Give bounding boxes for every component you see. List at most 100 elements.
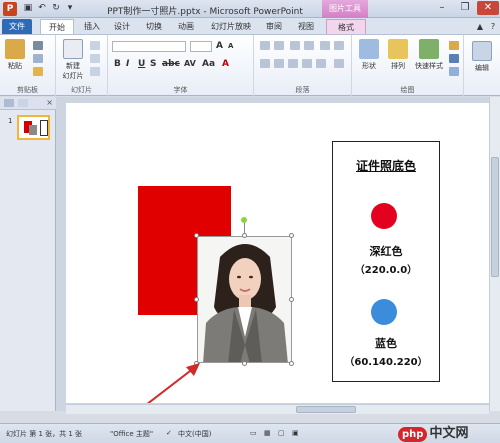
tab-view[interactable]: 视图	[294, 19, 318, 34]
change-case-icon[interactable]: Aa	[202, 59, 215, 69]
resize-handle-top-right[interactable]	[289, 233, 294, 238]
smartart-icon[interactable]	[334, 59, 344, 68]
slides-tab-icon[interactable]	[4, 99, 14, 107]
tab-home[interactable]: 开始	[40, 19, 74, 34]
horizontal-scroll-thumb[interactable]	[296, 406, 356, 413]
spelling-icon[interactable]: ✓	[166, 429, 172, 437]
resize-handle-top-left[interactable]	[194, 233, 199, 238]
justify-icon[interactable]	[302, 59, 312, 68]
reading-view-icon[interactable]: ▢	[278, 429, 285, 437]
copy-icon[interactable]	[33, 54, 43, 63]
close-panel-icon[interactable]: ×	[46, 98, 53, 107]
font-color-icon[interactable]: A	[222, 59, 229, 69]
format-painter-icon[interactable]	[33, 67, 43, 76]
shape-outline-icon[interactable]	[449, 54, 459, 63]
resize-handle-right[interactable]	[289, 297, 294, 302]
language[interactable]: 中文(中国)	[178, 429, 211, 439]
panel-tabs: ×	[0, 97, 56, 110]
theme-name: "Office 主题"	[110, 430, 154, 438]
section-icon[interactable]	[90, 67, 100, 76]
thumbnail-photo	[29, 125, 37, 135]
portrait-photo[interactable]	[197, 236, 292, 363]
paste-button[interactable]: 粘贴	[4, 39, 26, 71]
tab-design[interactable]: 设计	[110, 19, 134, 34]
vertical-scroll-thumb[interactable]	[491, 157, 499, 277]
redo-icon[interactable]: ↻	[50, 2, 62, 15]
outline-tab-icon[interactable]	[18, 99, 28, 107]
blue-rgb: （60.140.220）	[344, 357, 428, 368]
layout-icon[interactable]	[90, 41, 100, 50]
editing-label: 编辑	[475, 64, 489, 72]
slides-panel: × 1	[0, 97, 56, 411]
help-icon[interactable]: ?	[487, 19, 499, 34]
normal-view-icon[interactable]: ▭	[250, 429, 257, 437]
arrange-button[interactable]: 排列	[384, 39, 412, 71]
resize-handle-bottom-right[interactable]	[289, 361, 294, 366]
line-spacing-icon[interactable]	[320, 41, 330, 50]
save-icon[interactable]: ▣	[22, 2, 34, 15]
font-size-select[interactable]	[190, 41, 212, 52]
ribbon-tabs: 文件 开始 插入 设计 切换 动画 幻灯片放映 审阅 视图 格式 ▲ ?	[0, 18, 500, 34]
close-button[interactable]: ✕	[477, 1, 499, 15]
shapes-button[interactable]: 形状	[354, 39, 384, 71]
align-right-icon[interactable]	[288, 59, 298, 68]
tab-review[interactable]: 审阅	[262, 19, 286, 34]
reset-icon[interactable]	[90, 54, 100, 63]
background-color-card[interactable]: 证件照底色 深红色 （220.0.0） 蓝色 （60.140.220）	[332, 141, 440, 382]
italic-icon[interactable]: I	[126, 59, 129, 69]
underline-icon[interactable]: U	[138, 59, 145, 69]
slide[interactable]: 证件照底色 深红色 （220.0.0） 蓝色 （60.140.220）	[66, 103, 489, 403]
text-direction-icon[interactable]	[334, 41, 344, 50]
portrait-illustration	[198, 237, 291, 362]
shape-effects-icon[interactable]	[449, 67, 459, 76]
customize-qat-icon[interactable]: ▾	[64, 2, 76, 15]
tab-slideshow[interactable]: 幻灯片放映	[206, 19, 256, 34]
watermark-logo: php	[398, 427, 428, 442]
decrease-indent-icon[interactable]	[290, 41, 300, 50]
tab-format[interactable]: 格式	[326, 19, 366, 34]
thumbnail-card	[40, 120, 48, 136]
slide-number: 1	[8, 117, 13, 125]
strikethrough-icon[interactable]: abc	[162, 59, 180, 69]
slide-canvas: 证件照底色 深红色 （220.0.0） 蓝色 （60.140.220）	[56, 97, 489, 411]
vertical-scrollbar[interactable]	[489, 97, 500, 411]
columns-icon[interactable]	[316, 59, 326, 68]
font-name-select[interactable]	[112, 41, 186, 52]
shrink-font-icon[interactable]: A	[228, 42, 233, 50]
increase-indent-icon[interactable]	[304, 41, 314, 50]
editing-button[interactable]: 编辑	[470, 41, 494, 73]
align-left-icon[interactable]	[260, 59, 270, 68]
resize-handle-top[interactable]	[242, 233, 247, 238]
dark-red-name: 深红色	[369, 245, 403, 258]
new-slide-button[interactable]: 新建 幻灯片	[60, 39, 86, 81]
maximize-button[interactable]: ❐	[454, 1, 476, 15]
bold-icon[interactable]: B	[114, 59, 121, 69]
font-group: A A B I U S abc AV Aa A 字体	[108, 35, 254, 97]
minimize-ribbon-icon[interactable]: ▲	[474, 19, 486, 34]
sorter-view-icon[interactable]: ▦	[264, 429, 271, 437]
new-slide-icon	[63, 39, 83, 59]
quick-styles-button[interactable]: 快速样式	[412, 39, 446, 71]
minimize-button[interactable]: –	[431, 1, 453, 15]
tab-insert[interactable]: 插入	[80, 19, 104, 34]
cut-icon[interactable]	[33, 41, 43, 50]
resize-handle-left[interactable]	[194, 297, 199, 302]
grow-font-icon[interactable]: A	[216, 41, 223, 51]
slide-thumbnail[interactable]	[17, 115, 50, 140]
character-spacing-icon[interactable]: AV	[184, 59, 196, 68]
resize-handle-bottom[interactable]	[242, 361, 247, 366]
arrange-icon	[388, 39, 408, 59]
bullets-icon[interactable]	[260, 41, 270, 50]
powerpoint-app-icon[interactable]: P	[3, 2, 17, 16]
slideshow-view-icon[interactable]: ▣	[292, 429, 299, 437]
undo-icon[interactable]: ↶	[36, 2, 48, 15]
numbering-icon[interactable]	[274, 41, 284, 50]
shadow-icon[interactable]: S	[150, 59, 156, 69]
tab-transitions[interactable]: 切换	[142, 19, 166, 34]
tab-file[interactable]: 文件	[2, 19, 32, 34]
shape-fill-icon[interactable]	[449, 41, 459, 50]
align-center-icon[interactable]	[274, 59, 284, 68]
tab-animations[interactable]: 动画	[174, 19, 198, 34]
horizontal-scrollbar[interactable]	[66, 404, 489, 414]
arrange-label: 排列	[391, 62, 405, 70]
